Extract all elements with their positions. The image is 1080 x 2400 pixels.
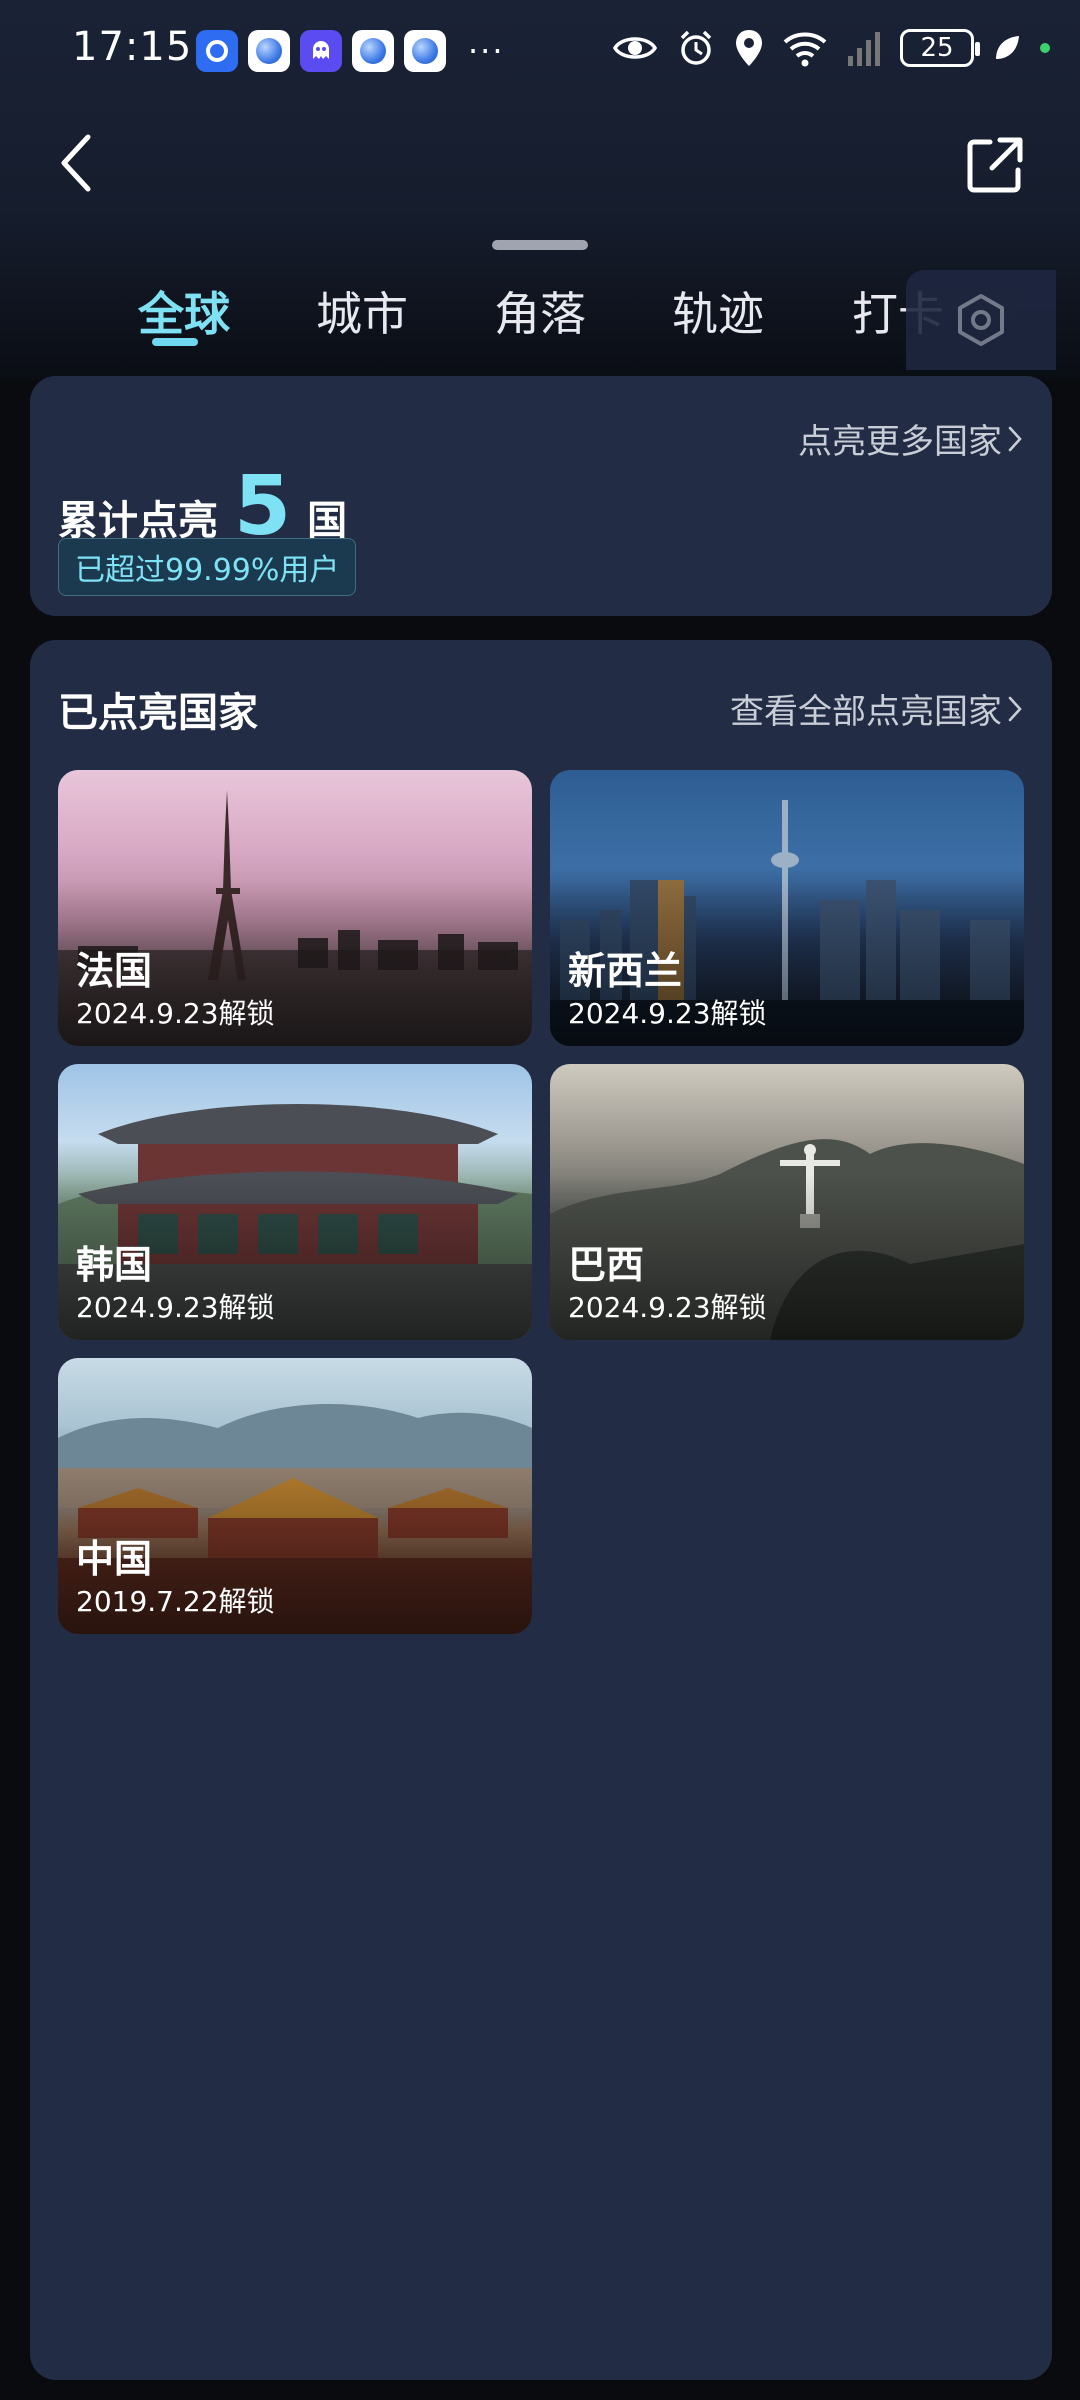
light-more-countries-link[interactable]: 点亮更多国家 [798, 414, 1022, 463]
unlock-date: 2024.9.23解锁 [568, 1291, 767, 1324]
tab-corner[interactable]: 角落 [494, 278, 586, 344]
view-all-countries-link[interactable]: 查看全部点亮国家 [730, 684, 1022, 733]
chat-notification-icon [300, 30, 342, 72]
wifi-icon [783, 32, 827, 67]
chevron-left-icon [61, 134, 91, 192]
country-name: 韩国 [76, 1243, 153, 1287]
unlock-date: 2019.7.22解锁 [76, 1585, 275, 1618]
country-tile-korea[interactable]: 韩国 2024.9.23解锁 [58, 1064, 532, 1340]
country-name: 巴西 [568, 1243, 645, 1287]
unlock-date: 2024.9.23解锁 [76, 997, 275, 1030]
app-notification-icon [196, 30, 238, 72]
battery-indicator: 25 [900, 29, 980, 67]
status-bar: 17:15 ··· 25 [0, 0, 1080, 100]
browser-notification-icon [404, 30, 446, 72]
lit-country-count: 5 [234, 459, 292, 554]
unlock-date: 2024.9.23解锁 [568, 997, 767, 1030]
summary-card: 累计点亮 5 国 点亮更多国家 已超过99.99%用户 [30, 376, 1052, 616]
view-all-countries-label: 查看全部点亮国家 [730, 692, 1002, 732]
signal-icon [848, 32, 880, 66]
drag-handle[interactable] [492, 240, 588, 250]
status-notification-icons: ··· [196, 30, 505, 72]
eye-icon [612, 37, 658, 59]
tab-bar: 全球 城市 角落 轨迹 打卡 [0, 270, 1080, 370]
percentile-badge: 已超过99.99%用户 [58, 538, 357, 596]
tab-settings-button[interactable] [906, 270, 1056, 370]
privacy-indicator-dot [1040, 43, 1050, 53]
back-button[interactable] [46, 128, 106, 198]
leaf-icon [996, 36, 1019, 59]
country-name: 新西兰 [568, 949, 683, 993]
browser-notification-icon [248, 30, 290, 72]
country-tile-new-zealand[interactable]: 新西兰 2024.9.23解锁 [550, 770, 1024, 1046]
section-title: 已点亮国家 [58, 690, 258, 736]
share-external-icon [967, 137, 1023, 193]
country-tile-brazil[interactable]: 巴西 2024.9.23解锁 [550, 1064, 1024, 1340]
active-tab-indicator [152, 338, 198, 346]
browser-notification-icon [352, 30, 394, 72]
lit-countries-summary: 累计点亮 5 国 [58, 466, 347, 548]
country-tile-france[interactable]: 法国 2024.9.23解锁 [58, 770, 532, 1046]
light-more-countries-label: 点亮更多国家 [798, 422, 1002, 462]
alarm-icon [680, 30, 712, 65]
hexagon-settings-icon [958, 294, 1004, 346]
share-button[interactable] [960, 130, 1030, 200]
chevron-right-icon [1008, 696, 1022, 721]
status-time: 17:15 [72, 24, 193, 70]
chevron-right-icon [1008, 426, 1022, 451]
location-icon [736, 30, 762, 66]
tab-track[interactable]: 轨迹 [672, 278, 764, 344]
tab-city[interactable]: 城市 [316, 278, 408, 344]
tab-global[interactable]: 全球 [138, 278, 230, 344]
more-notifications-icon: ··· [468, 32, 505, 70]
country-name: 中国 [76, 1537, 153, 1581]
lit-countries-card: 已点亮国家 查看全部点亮国家 法国 2024.9.23解锁 新西兰 2024.9… [30, 640, 1052, 2380]
country-tile-china[interactable]: 中国 2019.7.22解锁 [58, 1358, 532, 1634]
country-name: 法国 [76, 949, 153, 993]
unlock-date: 2024.9.23解锁 [76, 1291, 275, 1324]
status-system-icons: 25 [612, 28, 1050, 68]
